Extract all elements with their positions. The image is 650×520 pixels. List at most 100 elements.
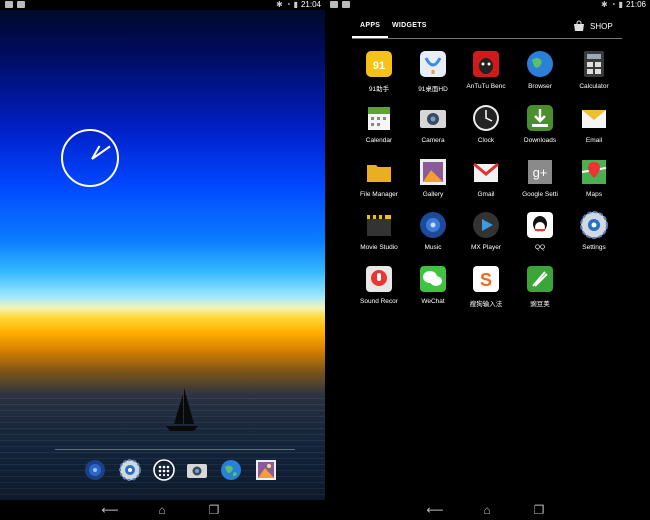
home-button[interactable]: ⌂ [153, 503, 171, 517]
app-mx-player[interactable]: MX Player [460, 211, 512, 261]
app-gallery[interactable]: Gallery [407, 158, 459, 208]
wechat-icon [419, 265, 447, 293]
back-button[interactable]: ⟵ [426, 503, 444, 517]
app-label: Maps [586, 191, 602, 198]
status-bar: ✱ ◔ ▮ 21:06 [325, 0, 650, 10]
app-label: Google Setti [522, 191, 558, 198]
drawer-tabs: APPS WIDGETS SHOP [325, 12, 650, 42]
app-label: Settings [582, 244, 606, 251]
calendar-icon [365, 104, 393, 132]
home-screen: ✱ ◔ ▮ 21:04 ⟵ ⌂ ❐ [0, 0, 325, 520]
app-settings[interactable]: Settings [568, 211, 620, 261]
app-label: Email [585, 137, 603, 144]
mx-player-icon [472, 211, 500, 239]
app-label: Music [424, 244, 442, 251]
app-drawer-icon[interactable] [153, 459, 175, 481]
app-label: 搜狗输入法 [469, 301, 503, 308]
app-label: WeChat [421, 298, 445, 305]
calculator-icon [580, 50, 608, 78]
movie-studio-icon [365, 211, 393, 239]
music-icon[interactable] [84, 459, 106, 481]
app-music[interactable]: Music [407, 211, 459, 261]
app-label: 豌豆荚 [530, 301, 550, 308]
app-movie-studio[interactable]: Movie Studio [353, 211, 405, 261]
gallery-icon[interactable] [255, 459, 277, 481]
app-label: File Manager [360, 191, 398, 198]
app-sound-recorder[interactable]: Sound Recor [353, 265, 405, 315]
downloads-icon [526, 104, 554, 132]
recent-apps-button[interactable]: ❐ [530, 503, 548, 517]
app-label: 91助手 [368, 86, 390, 93]
maps-icon [580, 158, 608, 186]
notification-icon [330, 1, 338, 8]
app-label: 91桌面HD [418, 86, 448, 93]
notification-icon [17, 1, 25, 8]
status-time: 21:04 [300, 0, 321, 9]
app-label: Sound Recor [360, 298, 398, 305]
camera-icon [419, 104, 447, 132]
sound-recorder-icon [365, 265, 393, 293]
app-camera[interactable]: Camera [407, 104, 459, 154]
app-google-settings[interactable]: g+ Google Setti [514, 158, 566, 208]
svg-text:g+: g+ [533, 165, 548, 180]
battery-icon: ▮ [293, 0, 298, 9]
app-label: Browser [528, 83, 552, 90]
notification-icon [5, 1, 13, 8]
back-button[interactable]: ⟵ [101, 503, 119, 517]
app-folder[interactable]: File Manager [353, 158, 405, 208]
status-time: 21:06 [625, 0, 646, 9]
app-label: MX Player [471, 244, 501, 251]
app-label: Clock [477, 137, 495, 144]
app-wechat[interactable]: WeChat [407, 265, 459, 315]
wandoujia-icon [526, 265, 554, 293]
tab-widgets[interactable]: WIDGETS [392, 22, 427, 29]
app-91-desktop[interactable]: 91桌面HD [407, 50, 459, 100]
app-sogou-input[interactable]: S 搜狗输入法 [460, 265, 512, 315]
svg-text:91: 91 [373, 60, 385, 72]
navigation-bar: ⟵ ⌂ ❐ [325, 500, 650, 520]
app-label: Calculator [579, 83, 609, 90]
app-qq[interactable]: QQ [514, 211, 566, 261]
gallery-icon [419, 158, 447, 186]
tab-apps[interactable]: APPS [360, 22, 380, 29]
app-drawer: ✱ ◔ ▮ 21:06 APPS WIDGETS SHOP 91 91助手 91桌面… [325, 0, 650, 520]
battery-icon: ▮ [618, 0, 623, 9]
app-downloads[interactable]: Downloads [514, 104, 566, 154]
analog-clock-widget[interactable] [61, 129, 119, 187]
app-label: Camera [421, 137, 445, 144]
browser-icon[interactable] [220, 459, 242, 481]
app-clock[interactable]: Clock [460, 104, 512, 154]
app-antutu[interactable]: AnTuTu Benc [460, 50, 512, 100]
dock-divider [55, 449, 295, 450]
wifi-icon: ◔ [610, 0, 616, 9]
settings-icon[interactable] [119, 459, 141, 481]
recent-apps-button[interactable]: ❐ [205, 503, 223, 517]
91-assistant-icon: 91 [365, 50, 393, 78]
app-maps[interactable]: Maps [568, 158, 620, 208]
app-calculator[interactable]: Calculator [568, 50, 620, 100]
app-label: Movie Studio [360, 244, 398, 251]
antutu-icon [472, 50, 500, 78]
browser-icon [526, 50, 554, 78]
clock-icon [472, 104, 500, 132]
app-wandoujia[interactable]: 豌豆荚 [514, 265, 566, 315]
shop-icon[interactable] [573, 20, 585, 32]
status-bar: ✱ ◔ ▮ 21:04 [0, 0, 325, 10]
camera-icon[interactable] [186, 459, 208, 481]
app-label: Calendar [365, 137, 393, 144]
app-label: AnTuTu Benc [466, 83, 506, 90]
app-gmail[interactable]: Gmail [460, 158, 512, 208]
music-icon [419, 211, 447, 239]
google-settings-icon: g+ [526, 158, 554, 186]
tab-divider [352, 38, 622, 39]
91-desktop-icon [419, 50, 447, 78]
app-91-assistant[interactable]: 91 91助手 [353, 50, 405, 100]
app-email[interactable]: Email [568, 104, 620, 154]
gmail-icon [472, 158, 500, 186]
svg-text:S: S [480, 270, 492, 290]
app-calendar[interactable]: Calendar [353, 104, 405, 154]
shop-button[interactable]: SHOP [590, 22, 613, 31]
wifi-icon: ◔ [285, 0, 291, 9]
home-button[interactable]: ⌂ [478, 503, 496, 517]
app-browser[interactable]: Browser [514, 50, 566, 100]
